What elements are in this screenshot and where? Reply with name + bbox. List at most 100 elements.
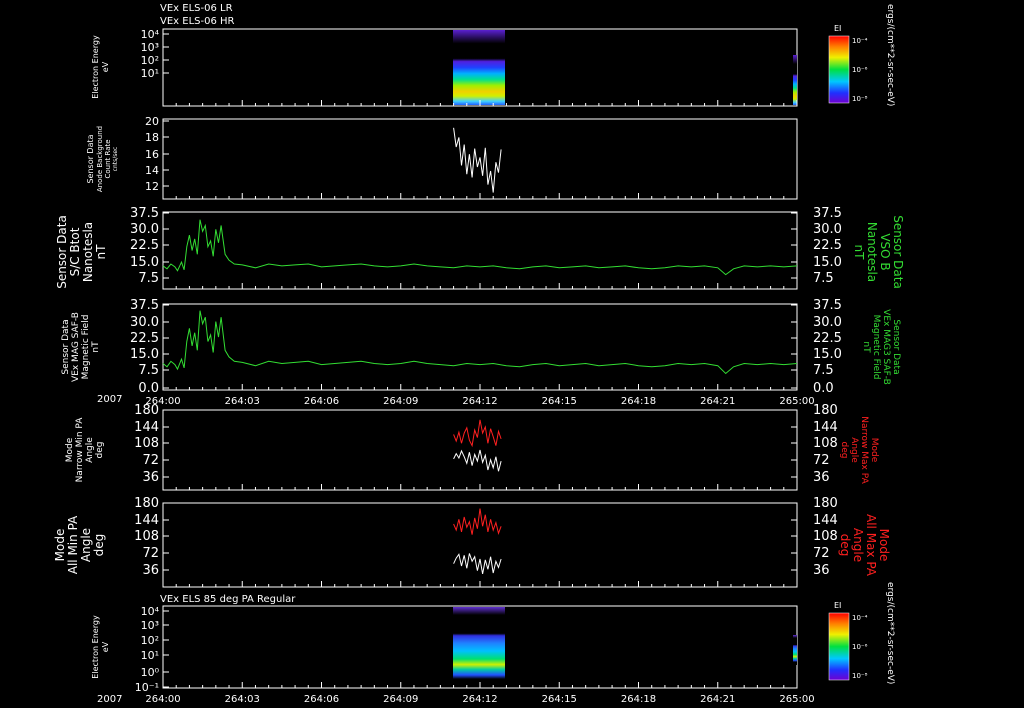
panel6-ytick-label-right: 180 — [813, 496, 838, 511]
panel5-ytick-label-right: 72 — [813, 453, 830, 468]
colorbar-top-tick-1: 10⁻⁶ — [852, 66, 868, 74]
panel2-ytick-label: 12 — [145, 180, 159, 193]
panel4-ytick-label: 22.5 — [130, 331, 159, 346]
panel4-ylabel-line-1: VEx MAG SAF-B — [71, 312, 81, 382]
panel1-ytick-label: 10¹ — [141, 67, 159, 80]
time-tick-label-mid: 264:18 — [621, 396, 656, 407]
panel6-ytick-label: 36 — [142, 563, 159, 578]
colorbar-top-tick-0: 10⁻⁴ — [852, 37, 868, 45]
panel3-ylabel-right-line-1: VSO B — [878, 233, 892, 270]
panel6-series-0-line — [453, 508, 502, 536]
header-line-1: VEx ELS-06 LR — [160, 3, 233, 14]
panel1-ylabel: Electron Energy eV — [91, 35, 110, 99]
panel6-ytick-label: 144 — [134, 513, 159, 528]
panel4-ytick-label-right: 22.5 — [813, 331, 842, 346]
panel3-ytick-label: 7.5 — [138, 271, 159, 286]
panel6-ylabel-line-1: All Min PA — [66, 515, 80, 574]
panel5-series-1-line — [453, 449, 502, 472]
panel4-ylabel-line-3: nT — [91, 341, 101, 353]
panel3-ytick-label-right: 37.5 — [813, 206, 842, 221]
panel5-series-0-line — [453, 419, 502, 448]
panel6-ytick-label-right: 144 — [813, 513, 838, 528]
panel3-ytick-label: 22.5 — [130, 238, 159, 253]
panel6-ylabel-right-line-3: deg — [838, 534, 852, 557]
panel3-ylabel-right: Sensor Data VSO B Nanotesla nT — [852, 215, 905, 289]
panel6-ylabel-right: Mode All Max PA Angle deg — [838, 514, 891, 577]
panel2-ylabel-line-0: Sensor Data — [86, 134, 95, 183]
time-tick-label-mid: 265:00 — [779, 396, 814, 407]
panel4-ytick-label: 7.5 — [138, 363, 159, 378]
time-tick-label-mid: 264:21 — [700, 396, 735, 407]
time-tick-label-bottom: 265:00 — [779, 694, 814, 705]
panel7-ytick-label: 10³ — [141, 619, 159, 632]
panel6-ylabel-line-0: Mode — [53, 529, 67, 562]
time-year-mid: 2007 — [97, 394, 122, 405]
panel4-ytick-label-right: 7.5 — [813, 363, 834, 378]
panel2-ylabel-line-1: Anode Background — [96, 126, 104, 192]
panel5-ytick-label: 72 — [142, 453, 159, 468]
panel4-ylabel-right-line-2: Magnetic Field — [871, 315, 881, 380]
panel6-ytick-label-right: 72 — [813, 546, 830, 561]
panel6-ylabel-line-3: deg — [92, 534, 106, 557]
panel6-frame — [162, 502, 798, 588]
time-tick-label-bottom: 264:06 — [304, 694, 339, 705]
panel5-ytick-label-right: 36 — [813, 470, 830, 485]
panel7-ytick-label: 10¹ — [141, 649, 159, 662]
panel2-ytick-label: 20 — [145, 115, 159, 128]
panel6-ytick-label: 180 — [134, 496, 159, 511]
colorbar-bottom-tick-2: 10⁻⁸ — [852, 672, 868, 680]
panel4-frame — [162, 303, 798, 391]
panel7-ytick-label: 10⁴ — [141, 605, 160, 618]
panel4-ytick-label-right: 15.0 — [813, 347, 842, 362]
colorbar-bottom-tick-0: 10⁻⁴ — [852, 614, 868, 622]
panel6-ylabel: Mode All Min PA Angle deg — [53, 515, 106, 574]
panel5-ylabel-right-line-2: Angle — [849, 437, 859, 463]
panel7-ylabel-line-1: eV — [101, 641, 110, 652]
time-tick-label-bottom: 264:00 — [145, 694, 180, 705]
panel7-title: VEx ELS 85 deg PA Regular — [160, 594, 296, 605]
panel6-ytick-label: 72 — [142, 546, 159, 561]
figure-canvas: VEx ELS-06 LR VEx ELS-06 HR EI 10⁻⁴ 10⁻⁶… — [53, 3, 905, 705]
panel3-ylabel-right-line-2: Nanotesla — [865, 222, 879, 282]
colorbar-top-unit: ergs/(cm**2-sr-sec-eV) — [885, 4, 895, 106]
panel7-ylabel: Electron Energy eV — [91, 615, 110, 679]
panel3-series-0-line — [162, 219, 798, 276]
panel4-ytick-label-right: 37.5 — [813, 298, 842, 313]
panel6-series-1-line — [453, 553, 502, 574]
panel7-spectrogram-edge — [793, 635, 797, 665]
panel3-ytick-label: 30.0 — [130, 222, 159, 237]
panel5-ylabel-line-3: deg — [95, 442, 105, 459]
panel2-ytick-label: 14 — [145, 164, 159, 177]
panel3-ytick-label-right: 30.0 — [813, 222, 842, 237]
time-tick-label-mid: 264:03 — [225, 396, 260, 407]
panel5-ytick-label: 144 — [134, 420, 159, 435]
panel2-ylabel: Sensor Data Anode Background Count Rate … — [86, 126, 119, 192]
panel3-ytick-label-right: 15.0 — [813, 255, 842, 270]
panel4-ylabel-right-line-3: nT — [861, 341, 871, 353]
time-tick-label-mid: 264:00 — [145, 396, 180, 407]
time-tick-label-bottom: 264:21 — [700, 694, 735, 705]
time-tick-label-bottom: 264:09 — [383, 694, 418, 705]
panel1-ytick-label: 10³ — [141, 41, 159, 54]
panel1-ytick-label: 10² — [141, 54, 159, 67]
panel3-ylabel-right-line-0: Sensor Data — [891, 215, 905, 289]
colorbar-bottom-unit: ergs/(cm**2-sr-sec-eV) — [885, 582, 895, 684]
panel6-ylabel-right-line-1: All Max PA — [864, 514, 878, 577]
panel3-ylabel-line-1: S/C Btot — [68, 227, 82, 276]
panel4-ytick-label: 15.0 — [130, 347, 159, 362]
panel2-ylabel-line-3: cnts/sec — [112, 147, 119, 172]
panel6-ylabel-right-line-2: Angle — [851, 528, 865, 562]
time-tick-label-mid: 264:12 — [462, 396, 497, 407]
time-tick-label-bottom: 264:18 — [621, 694, 656, 705]
panel6-ylabel-line-2: Angle — [79, 528, 93, 562]
time-year-bottom: 2007 — [97, 694, 122, 705]
panel3-frame — [162, 211, 798, 290]
panel4-ylabel-line-2: Magnetic Field — [81, 315, 91, 380]
panel4-ylabel-right: Sensor Data VEx MAG3 SAF-B Magnetic Fiel… — [861, 309, 901, 385]
time-tick-label-mid: 264:09 — [383, 396, 418, 407]
panel3-ytick-label: 37.5 — [130, 206, 159, 221]
panel5-ylabel-line-1: Narrow Min PA — [75, 417, 85, 483]
panel6-ytick-label-right: 36 — [813, 563, 830, 578]
panel3-ylabel-right-line-3: nT — [852, 245, 866, 261]
colorbar-bottom-tick-1: 10⁻⁶ — [852, 643, 868, 651]
